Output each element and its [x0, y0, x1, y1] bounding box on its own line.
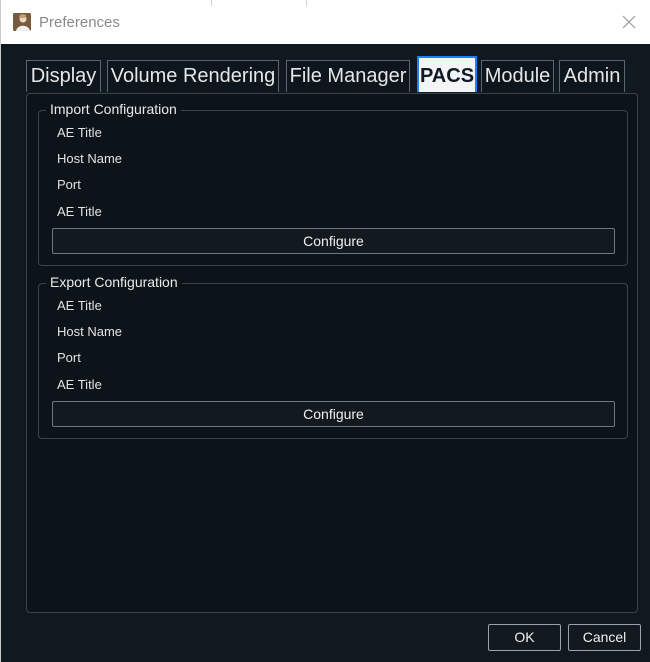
close-button[interactable]: [615, 8, 643, 36]
export-ae-title-2-label: AE Title: [57, 377, 102, 392]
export-configure-button[interactable]: Configure: [52, 401, 615, 427]
title-bar-divider: [211, 0, 212, 6]
import-port-label: Port: [57, 177, 81, 192]
import-configure-button[interactable]: Configure: [52, 228, 615, 254]
import-configuration-title: Import Configuration: [46, 101, 181, 117]
import-host-name-label: Host Name: [57, 151, 123, 166]
export-configuration-group: Export Configuration AE Title Host Name …: [38, 274, 628, 439]
import-ae-title-2-label: AE Title: [57, 204, 102, 219]
preferences-window: Preferences Display Volume Rendering Fil…: [0, 0, 650, 662]
tab-volume-rendering[interactable]: Volume Rendering: [107, 60, 279, 92]
tab-admin[interactable]: Admin: [559, 60, 625, 92]
import-configuration-group: Import Configuration AE Title Host Name …: [38, 101, 628, 266]
ok-button[interactable]: OK: [488, 624, 561, 651]
app-portrait-icon: [13, 13, 31, 31]
pacs-panel: Import Configuration AE Title Host Name …: [26, 93, 638, 613]
import-ae-title-label: AE Title: [57, 125, 102, 140]
window-title: Preferences: [39, 14, 120, 31]
export-ae-title-label: AE Title: [57, 298, 102, 313]
tab-file-manager[interactable]: File Manager: [286, 60, 410, 92]
cancel-button[interactable]: Cancel: [568, 624, 641, 651]
export-configuration-title: Export Configuration: [46, 274, 182, 290]
tab-module[interactable]: Module: [481, 60, 554, 92]
export-host-name-label: Host Name: [57, 324, 123, 339]
close-icon: [622, 15, 636, 29]
tab-pacs[interactable]: PACS: [417, 56, 477, 92]
title-bar: Preferences: [1, 0, 650, 44]
tab-display[interactable]: Display: [26, 60, 101, 92]
title-bar-divider: [306, 0, 307, 6]
export-port-label: Port: [57, 350, 81, 365]
